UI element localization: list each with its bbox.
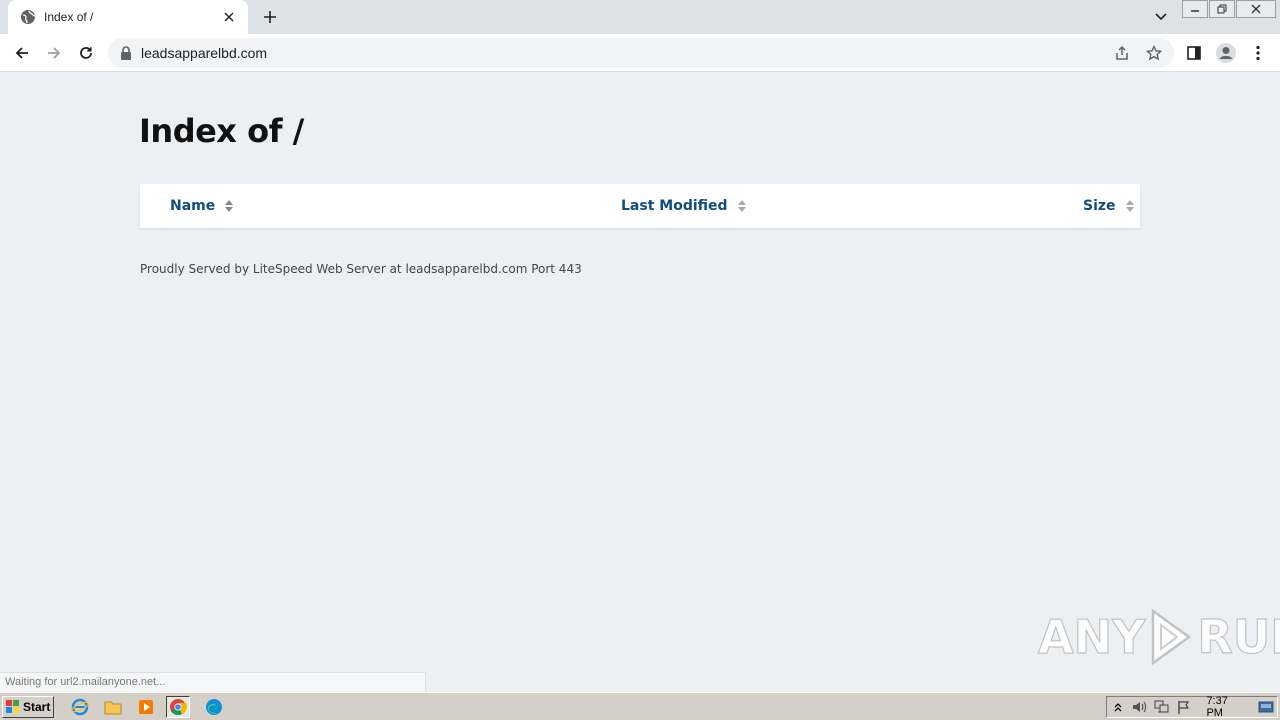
lock-icon[interactable] [120,46,134,60]
tab-close-icon[interactable] [220,8,238,26]
tab-search-chevron-icon[interactable] [1150,7,1172,27]
play-triangle-icon [1149,608,1193,666]
page-viewport: Index of / Name Last Modified Size Proud… [0,72,1280,692]
url-text[interactable]: leadsapparelbd.com [141,45,267,61]
sort-icon[interactable] [225,200,234,212]
browser-toolbar: leadsapparelbd.com [0,34,1280,72]
start-label: Start [23,700,51,714]
directory-listing-table: Name Last Modified Size [140,184,1140,228]
action-center-flag-icon[interactable] [1173,697,1195,717]
tab-title: Index of / [44,10,94,24]
sort-icon[interactable] [737,200,746,212]
window-close-icon[interactable] [1236,0,1276,18]
reload-icon[interactable] [72,39,100,67]
column-label: Last Modified [621,198,728,214]
minimize-icon[interactable] [1182,0,1208,18]
watermark-text-left: ANY [1037,609,1146,664]
column-header-last-modified[interactable]: Last Modified [621,184,746,228]
bookmark-star-icon[interactable] [1143,42,1165,64]
network-icon[interactable] [1151,697,1173,717]
file-explorer-icon[interactable] [101,696,125,718]
taskbar: Start 7:37 PM [0,692,1280,720]
start-button[interactable]: Start [2,696,54,718]
new-tab-icon[interactable] [258,6,282,28]
internet-explorer-icon[interactable] [68,696,92,718]
address-bar[interactable]: leadsapparelbd.com [108,38,1174,68]
media-player-icon[interactable] [134,696,158,718]
anyrun-watermark: ANY RUN [1037,608,1280,666]
show-hidden-icons-chevron-icon[interactable] [1107,697,1129,717]
system-tray: 7:37 PM [1106,695,1278,719]
column-label: Name [170,198,216,214]
globe-icon [20,9,36,25]
column-header-size[interactable]: Size [1083,184,1134,228]
show-desktop-icon[interactable] [1255,697,1277,717]
status-bubble: Waiting for url2.mailanyone.net... [0,672,426,692]
browser-tab[interactable]: Index of / [8,0,248,34]
chrome-icon[interactable] [166,696,190,718]
edge-icon[interactable] [202,696,226,718]
volume-icon[interactable] [1129,697,1151,717]
clock[interactable]: 7:37 PM [1206,695,1247,719]
profile-avatar-icon[interactable] [1212,39,1240,67]
server-signature: Proudly Served by LiteSpeed Web Server a… [140,262,582,276]
window-controls [1182,0,1277,18]
kebab-menu-icon[interactable] [1244,39,1272,67]
restore-icon[interactable] [1209,0,1235,18]
page-title: Index of / [139,112,304,150]
share-icon[interactable] [1111,42,1133,64]
windows-logo-icon [6,700,20,714]
sort-icon[interactable] [1125,200,1134,212]
watermark-text-right: RUN [1197,609,1280,664]
tab-strip: Index of / [0,0,1280,34]
side-panel-icon[interactable] [1180,39,1208,67]
back-arrow-icon[interactable] [8,39,36,67]
column-header-name[interactable]: Name [170,184,234,228]
forward-arrow-icon[interactable] [40,39,68,67]
column-label: Size [1083,198,1116,214]
